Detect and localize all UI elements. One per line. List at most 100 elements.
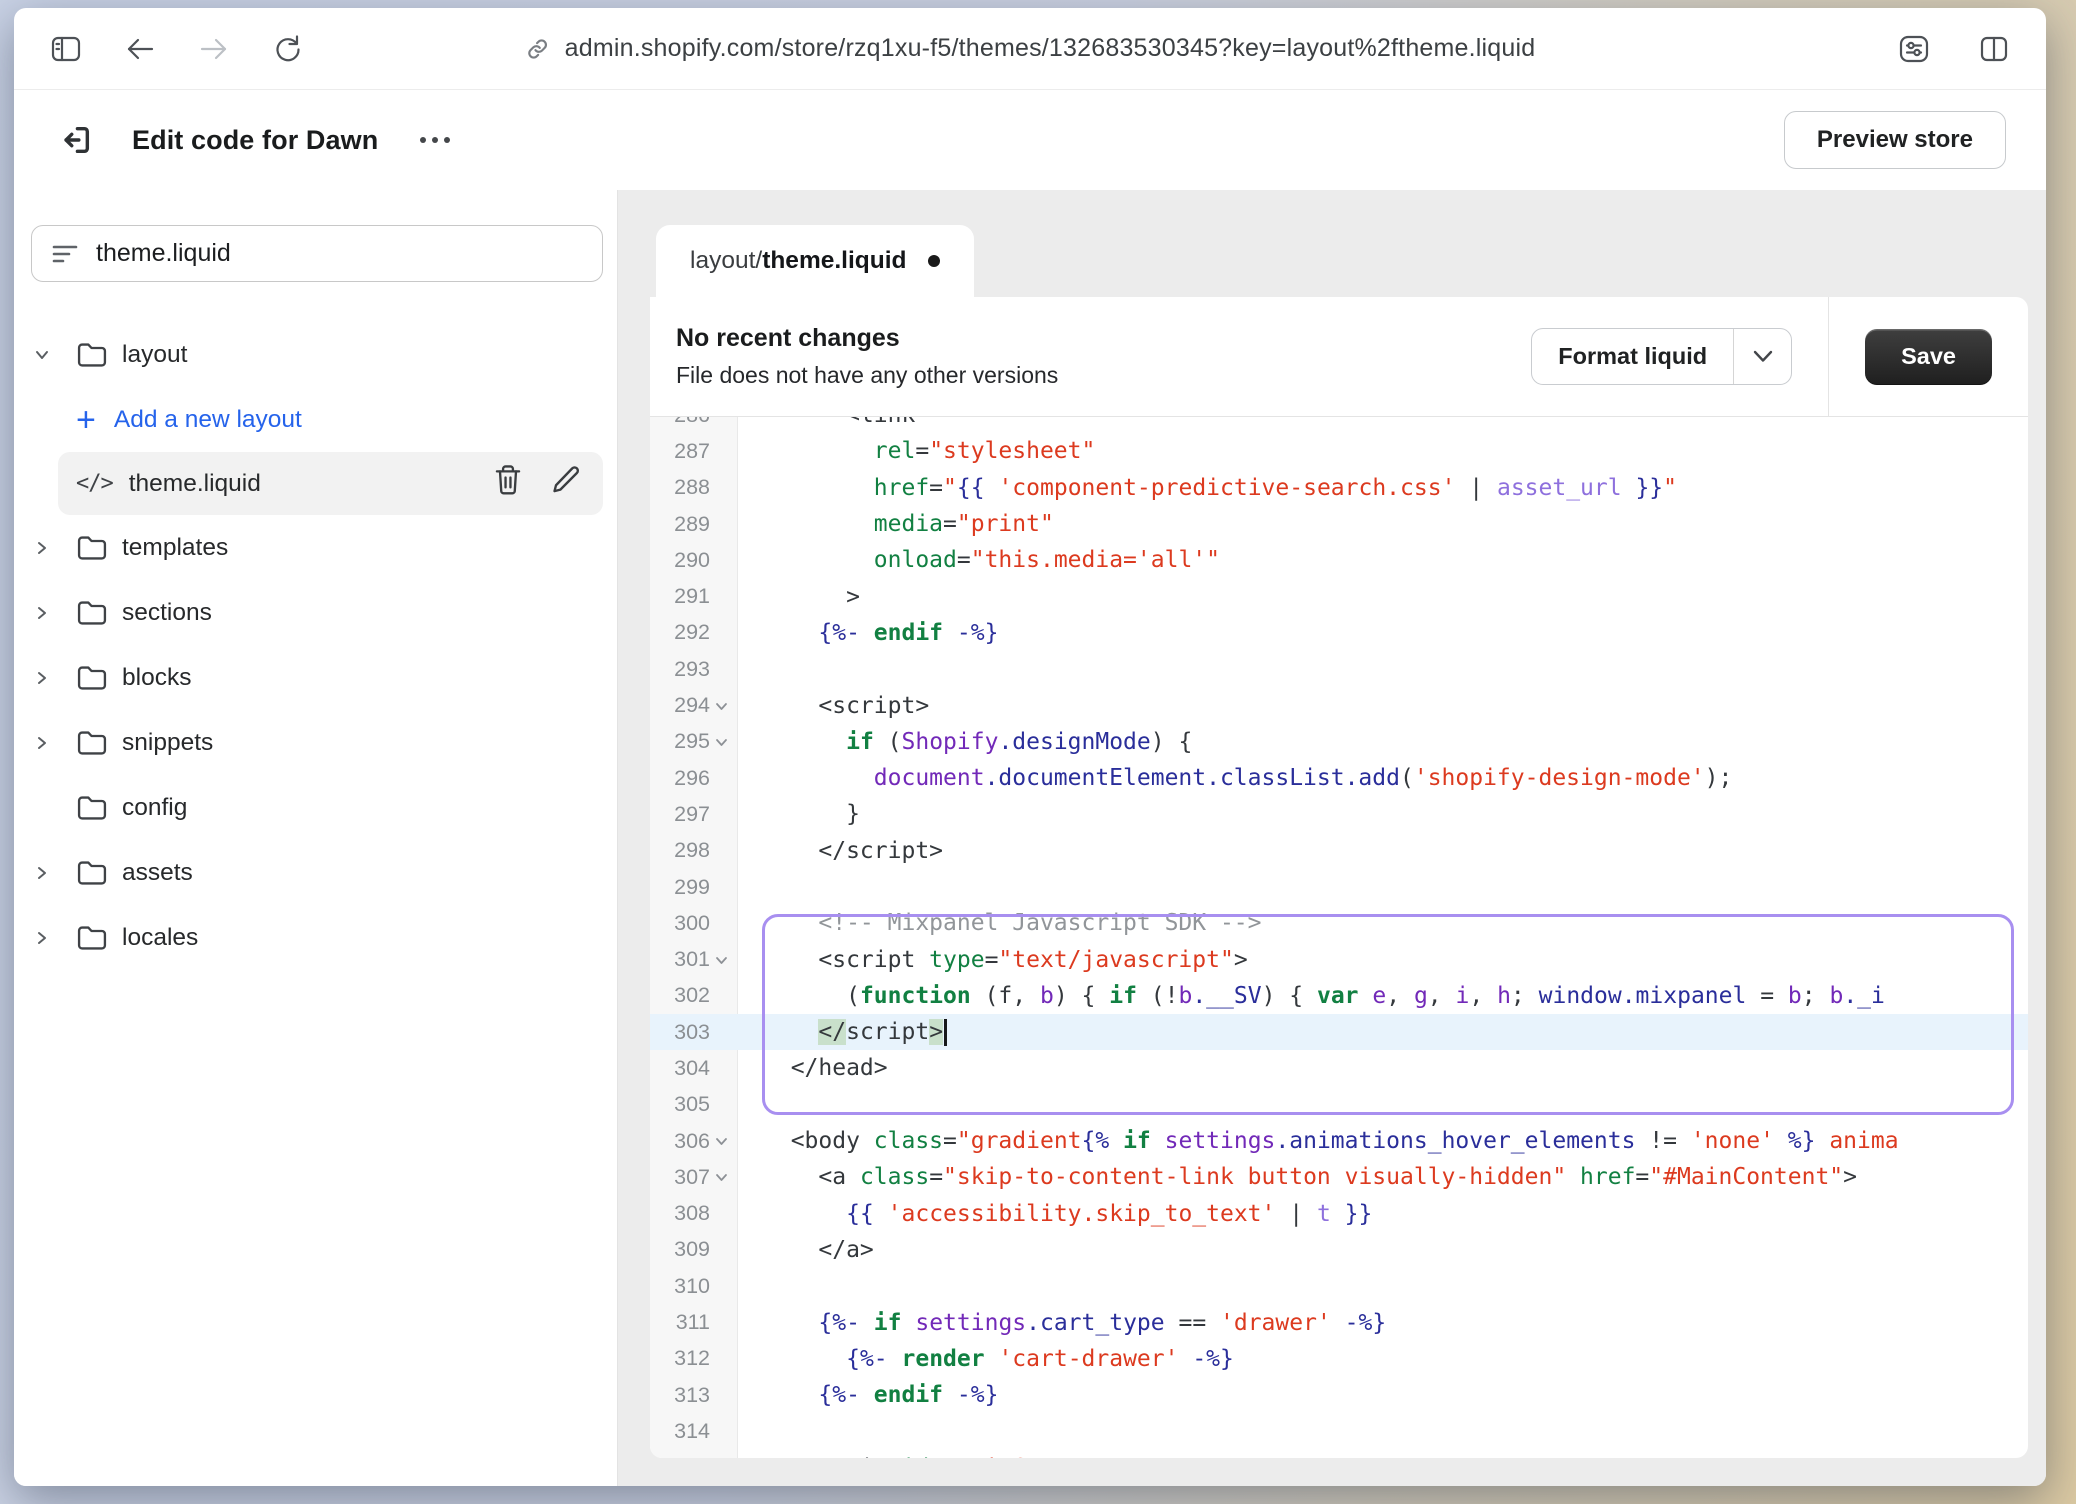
code-line-296[interactable]: 296 document.documentElement.classList.a…: [650, 760, 2028, 796]
chevron-right-icon[interactable]: [34, 930, 64, 946]
code-line-306[interactable]: 306 <body class="gradient{% if settings.…: [650, 1123, 2028, 1159]
code-line-287[interactable]: 287 rel="stylesheet": [650, 433, 2028, 469]
chevron-right-icon[interactable]: [34, 865, 64, 881]
delete-file-icon[interactable]: [493, 464, 523, 503]
code-line-291[interactable]: 291 >: [650, 578, 2028, 614]
code-text: </script>: [738, 1014, 2028, 1050]
code-line-308[interactable]: 308 {{ 'accessibility.skip_to_text' | t …: [650, 1196, 2028, 1232]
code-line-294[interactable]: 294 <script>: [650, 687, 2028, 723]
file-search-input[interactable]: theme.liquid: [31, 225, 603, 282]
sidebar-item-label: assets: [122, 859, 193, 887]
fold-chevron-icon[interactable]: [710, 1133, 732, 1149]
code-line-307[interactable]: 307 <a class="skip-to-content-link butto…: [650, 1159, 2028, 1195]
code-text: media="print": [738, 506, 2028, 542]
code-text: <link: [738, 417, 2028, 433]
code-line-295[interactable]: 295 if (Shopify.designMode) {: [650, 724, 2028, 760]
code-line-289[interactable]: 289 media="print": [650, 506, 2028, 542]
code-text: [738, 1087, 2028, 1123]
code-line-314[interactable]: 314: [650, 1413, 2028, 1449]
fold-chevron-icon[interactable]: [710, 698, 732, 714]
fold-spacer: [710, 552, 732, 568]
sidebar-item-snippets[interactable]: snippets: [14, 710, 617, 775]
line-number: 291: [650, 578, 738, 614]
code-line-309[interactable]: 309 </a>: [650, 1232, 2028, 1268]
back-button-icon[interactable]: [118, 27, 162, 71]
code-line-293[interactable]: 293: [650, 651, 2028, 687]
code-editor[interactable]: 286 <link287 rel="stylesheet"288 href="{…: [650, 417, 2028, 1458]
line-number: 294: [650, 687, 738, 723]
exit-code-editor-icon[interactable]: [54, 118, 98, 162]
chevron-right-icon[interactable]: [34, 540, 64, 556]
browser-window: admin.shopify.com/store/rzq1xu-f5/themes…: [14, 8, 2046, 1486]
code-line-310[interactable]: 310: [650, 1268, 2028, 1304]
code-line-297[interactable]: 297 }: [650, 796, 2028, 832]
folder-icon: [76, 794, 108, 822]
fold-spacer: [710, 1024, 732, 1040]
line-number: 297: [650, 796, 738, 832]
code-line-312[interactable]: 312 {%- render 'cart-drawer' -%}: [650, 1341, 2028, 1377]
chevron-right-icon[interactable]: [34, 670, 64, 686]
code-text: <a class="skip-to-content-link button vi…: [738, 1159, 2028, 1195]
code-text: [738, 1268, 2028, 1304]
line-number: 286: [650, 417, 738, 433]
code-line-299[interactable]: 299: [650, 869, 2028, 905]
browser-sidebar-toggle-icon[interactable]: [44, 27, 88, 71]
sidebar-item-blocks[interactable]: blocks: [14, 645, 617, 710]
browser-toolbar: admin.shopify.com/store/rzq1xu-f5/themes…: [14, 8, 2046, 90]
reload-button-icon[interactable]: [266, 27, 310, 71]
code-line-292[interactable]: 292 {%- endif -%}: [650, 615, 2028, 651]
code-line-288[interactable]: 288 href="{{ 'component-predictive-searc…: [650, 470, 2028, 506]
code-line-301[interactable]: 301 <script type="text/javascript">: [650, 941, 2028, 977]
line-number: 288: [650, 470, 738, 506]
save-button[interactable]: Save: [1865, 329, 1992, 385]
sidebar-add-layout[interactable]: +Add a new layout: [14, 387, 617, 452]
chevron-down-icon[interactable]: [1733, 329, 1791, 384]
fold-chevron-icon[interactable]: [710, 1169, 732, 1185]
code-line-302[interactable]: 302 (function (f, b) { if (!b.__SV) { va…: [650, 978, 2028, 1014]
file-sidebar: theme.liquid layout+Add a new layout</>t…: [14, 190, 618, 1486]
code-line-303[interactable]: 303 </script>: [650, 1014, 2028, 1050]
preview-store-button[interactable]: Preview store: [1784, 111, 2006, 169]
desktop-background: admin.shopify.com/store/rzq1xu-f5/themes…: [0, 0, 2076, 1504]
more-options-icon[interactable]: [420, 137, 450, 143]
fold-chevron-icon[interactable]: [710, 952, 732, 968]
code-line-305[interactable]: 305: [650, 1087, 2028, 1123]
chevron-down-icon[interactable]: [34, 347, 64, 363]
line-number: 300: [650, 905, 738, 941]
sidebar-item-config[interactable]: config: [14, 775, 617, 840]
code-line-300[interactable]: 300 <!-- Mixpanel Javascript SDK -->: [650, 905, 2028, 941]
sidebar-item-theme-liquid[interactable]: </>theme.liquid: [58, 452, 603, 515]
editor-main: layout/theme.liquid No recent changes Fi…: [618, 190, 2046, 1486]
browser-settings-icon[interactable]: [1892, 27, 1936, 71]
status-subtitle: File does not have any other versions: [676, 362, 1058, 389]
app-header: Edit code for Dawn Preview store: [14, 90, 2046, 190]
sidebar-item-locales[interactable]: locales: [14, 905, 617, 970]
line-number: 313: [650, 1377, 738, 1413]
sidebar-item-templates[interactable]: templates: [14, 515, 617, 580]
rename-file-icon[interactable]: [551, 464, 581, 503]
tab-layout-theme-liquid[interactable]: layout/theme.liquid: [656, 225, 974, 297]
fold-spacer: [710, 988, 732, 1004]
filter-icon: [52, 243, 78, 265]
chevron-right-icon[interactable]: [34, 735, 64, 751]
code-line-313[interactable]: 313 {%- endif -%}: [650, 1377, 2028, 1413]
chevron-right-icon[interactable]: [34, 605, 64, 621]
split-view-icon[interactable]: [1972, 27, 2016, 71]
fold-chevron-icon[interactable]: [710, 734, 732, 750]
sidebar-item-assets[interactable]: assets: [14, 840, 617, 905]
line-number: 301: [650, 941, 738, 977]
code-text: (function (f, b) { if (!b.__SV) { var e,…: [738, 978, 2028, 1014]
code-line-298[interactable]: 298 </script>: [650, 833, 2028, 869]
code-line-311[interactable]: 311 {%- if settings.cart_type == 'drawer…: [650, 1304, 2028, 1340]
code-line-304[interactable]: 304 </head>: [650, 1050, 2028, 1086]
code-line-290[interactable]: 290 onload="this.media='all'": [650, 542, 2028, 578]
format-liquid-button[interactable]: Format liquid: [1531, 328, 1792, 385]
code-line-315[interactable]: 315 <main id="MainContent": [650, 1450, 2028, 1458]
url-bar[interactable]: admin.shopify.com/store/rzq1xu-f5/themes…: [525, 34, 1536, 63]
code-text: {%- render 'cart-drawer' -%}: [738, 1341, 2028, 1377]
forward-button-icon[interactable]: [192, 27, 236, 71]
sidebar-item-sections[interactable]: sections: [14, 580, 617, 645]
code-line-286[interactable]: 286 <link: [650, 417, 2028, 433]
sidebar-item-layout[interactable]: layout: [14, 322, 617, 387]
folder-icon: [76, 599, 108, 627]
